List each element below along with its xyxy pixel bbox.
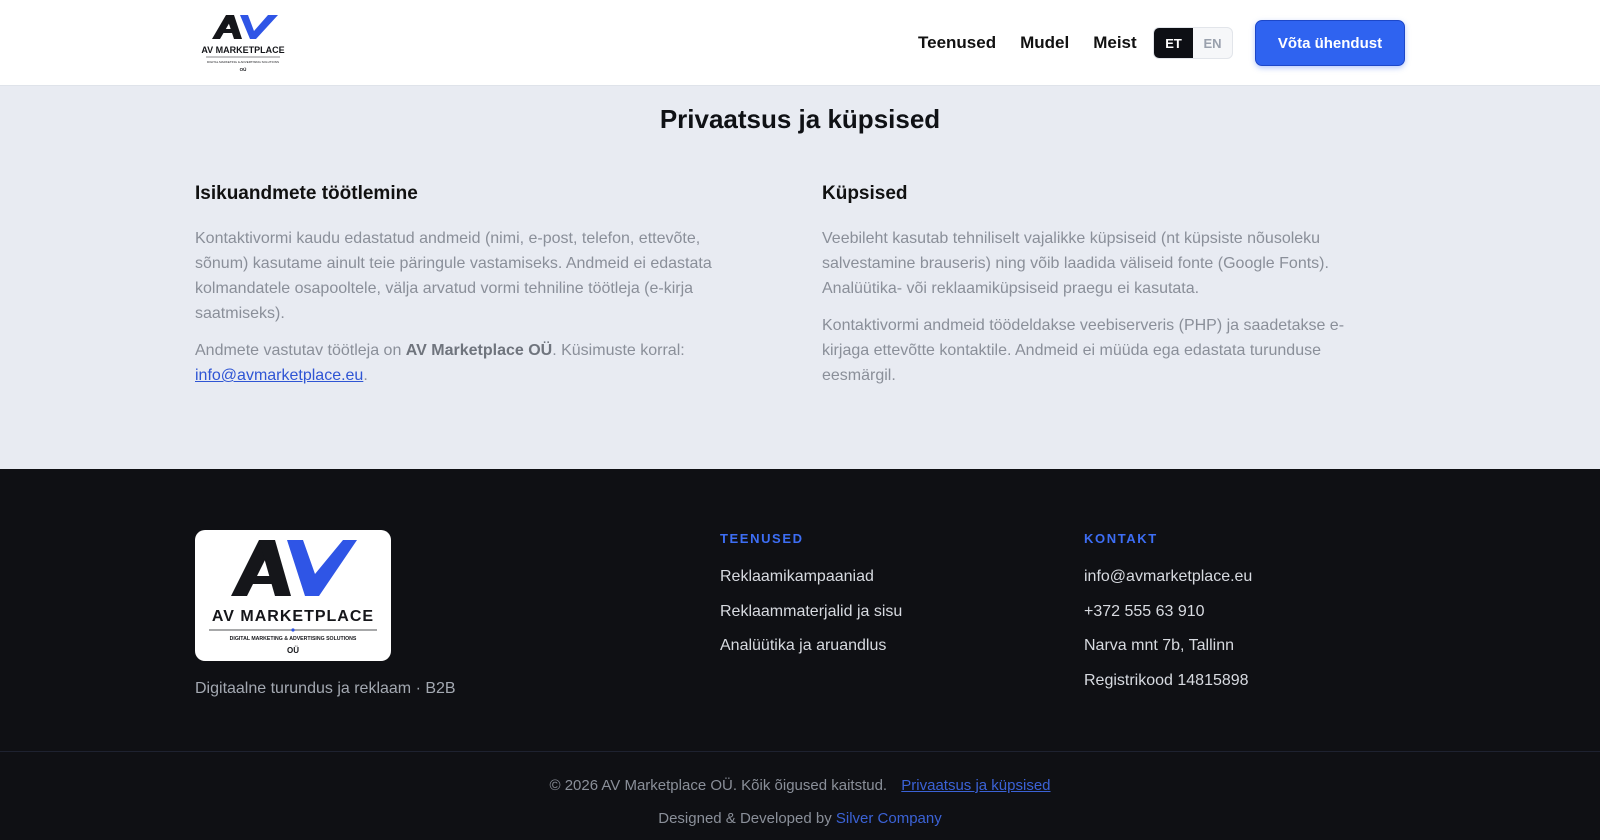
footer-services-column: TEENUSED Reklaamikampaaniad Reklaammater… [720,531,902,671]
copyright-line: © 2026 AV Marketplace OÜ. Kõik õigused k… [0,777,1600,794]
main-nav: Teenused Mudel Meist [918,0,1161,86]
controller-text: Andmete vastutav töötleja on [195,342,406,359]
site-header: AV MARKETPLACE DIGITAL MARKETING & ADVER… [0,0,1600,86]
copyright-text: © 2026 AV Marketplace OÜ. Kõik õigused k… [549,777,888,794]
lang-en-button[interactable]: EN [1193,28,1232,58]
svg-text:AV MARKETPLACE: AV MARKETPLACE [212,608,374,625]
av-logo-icon: AV MARKETPLACE DIGITAL MARKETING & ADVER… [201,15,285,72]
footer-logo: AV MARKETPLACE DIGITAL MARKETING & ADVER… [195,530,391,661]
service-link-campaigns[interactable]: Reklaamikampaaniad [720,567,902,587]
personal-data-paragraph: Kontaktivormi kaudu edastatud andmeid (n… [195,230,712,322]
cookies-heading: Küpsised [822,183,908,204]
form-data-paragraph: Kontaktivormi andmeid töödeldakse veebis… [822,317,1345,384]
svg-text:DIGITAL MARKETING & ADVERTISIN: DIGITAL MARKETING & ADVERTISING SOLUTION… [207,60,279,64]
personal-data-heading: Isikuandmete töötlemine [195,183,418,204]
cookies-paragraph: Veebileht kasutab tehniliselt vajalikke … [822,230,1329,297]
contact-address: Narva mnt 7b, Tallinn [1084,637,1234,654]
email-link[interactable]: info@avmarketplace.eu [195,367,363,384]
nav-link-mudel[interactable]: Mudel [1020,33,1069,53]
svg-text:OÜ: OÜ [240,66,247,72]
lang-et-button[interactable]: ET [1154,28,1193,58]
contact-phone-link[interactable]: +372 555 63 910 [1084,602,1252,622]
questions-text: . Küsimuste korral: [552,342,685,359]
period-text: . [363,367,368,384]
av-logo-icon: AV MARKETPLACE DIGITAL MARKETING & ADVER… [209,540,377,655]
svg-text:DIGITAL MARKETING & ADVERTISIN: DIGITAL MARKETING & ADVERTISING SOLUTION… [230,636,357,642]
service-link-analytics[interactable]: Analüütika ja aruandlus [720,636,902,656]
service-link-materials[interactable]: Reklaammaterjalid ja sisu [720,602,902,622]
credit-line: Designed & Developed by Silver Company [0,810,1600,827]
company-name: AV Marketplace OÜ [405,342,553,359]
contact-email-link[interactable]: info@avmarketplace.eu [1084,567,1252,587]
credit-text: Designed & Developed by [658,810,836,827]
contact-heading: KONTAKT [1084,531,1158,546]
privacy-link[interactable]: Privaatsus ja küpsised [901,777,1050,794]
footer-contact-column: KONTAKT info@avmarketplace.eu +372 555 6… [1084,531,1252,705]
header-logo[interactable]: AV MARKETPLACE DIGITAL MARKETING & ADVER… [196,11,290,75]
svg-text:OÜ: OÜ [287,646,299,655]
cookies-section: Küpsised Veebileht kasutab tehniliselt v… [822,180,1382,400]
credit-link[interactable]: Silver Company [836,810,942,827]
footer-tagline: Digitaalne turundus ja reklaam · B2B [195,680,456,697]
language-switcher: ET EN [1153,27,1233,59]
footer-divider [0,751,1600,752]
services-heading: TEENUSED [720,531,804,546]
contact-cta-button[interactable]: Võta ühendust [1255,20,1405,66]
nav-link-teenused[interactable]: Teenused [918,33,996,53]
svg-text:AV MARKETPLACE: AV MARKETPLACE [201,45,284,55]
nav-link-meist[interactable]: Meist [1093,33,1136,53]
personal-data-section: Isikuandmete töötlemine Kontaktivormi ka… [195,180,755,400]
registry-code: Registrikood 14815898 [1084,671,1249,689]
site-footer: AV MARKETPLACE DIGITAL MARKETING & ADVER… [0,469,1600,840]
controller-paragraph: Andmete vastutav töötleja on AV Marketpl… [195,338,755,388]
page-title: Privaatsus ja küpsised [659,104,941,134]
